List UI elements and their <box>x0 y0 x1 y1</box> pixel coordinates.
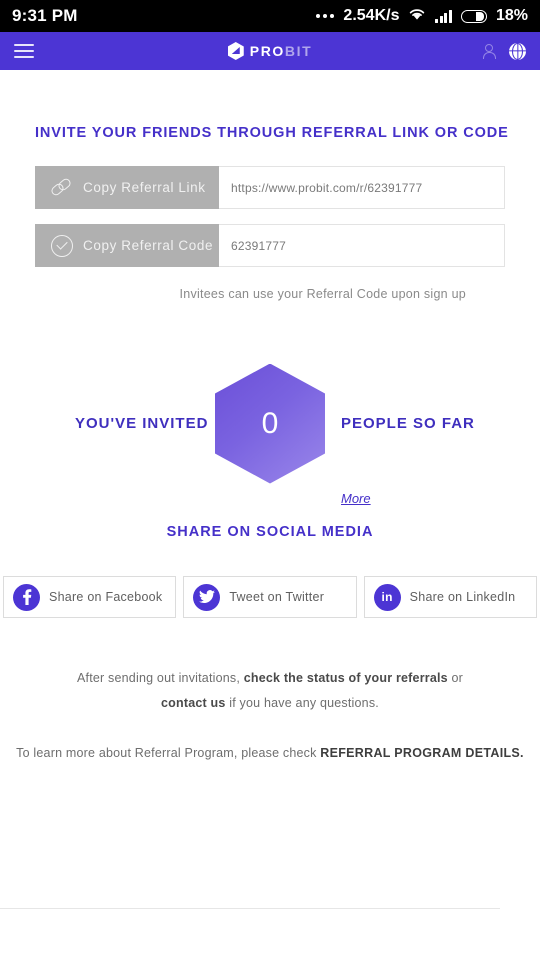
share-linkedin-button[interactable]: in Share on LinkedIn <box>363 576 537 618</box>
footer-line2-part2: if you have any questions. <box>225 696 379 710</box>
referral-rows: Copy Referral Link https://www.probit.co… <box>0 166 540 267</box>
share-facebook-button[interactable]: Share on Facebook <box>3 576 177 618</box>
referral-link-field[interactable]: https://www.probit.com/r/62391777 <box>219 166 505 209</box>
page-title: INVITE YOUR FRIENDS THROUGH REFERRAL LIN… <box>35 125 509 141</box>
footer-line-1: After sending out invitations, check the… <box>0 666 540 691</box>
more-link[interactable]: More <box>341 491 371 506</box>
invite-counter-right-label: PEOPLE SO FAR <box>341 415 475 432</box>
referral-link-row: Copy Referral Link https://www.probit.co… <box>35 166 505 209</box>
share-linkedin-label: Share on LinkedIn <box>409 590 516 604</box>
invite-count-hexagon: 0 <box>215 363 325 484</box>
footer-line-2: contact us if you have any questions. <box>0 691 540 716</box>
share-twitter-button[interactable]: Tweet on Twitter <box>183 576 357 618</box>
invite-counter-left-label: YOU'VE INVITED <box>75 415 209 432</box>
twitter-icon <box>193 583 221 611</box>
signal-bars-icon <box>435 9 452 23</box>
brand-name: PROBIT <box>250 43 313 59</box>
main-content: INVITE YOUR FRIENDS THROUGH REFERRAL LIN… <box>0 125 540 766</box>
invite-counter-right: PEOPLE SO FAR More <box>325 415 475 506</box>
status-bar: 9:31 PM 2.54K/s 18% <box>0 0 540 32</box>
referral-code-field[interactable]: 62391777 <box>219 224 505 267</box>
copy-referral-link-button[interactable]: Copy Referral Link <box>35 166 219 209</box>
app-header-actions <box>481 42 526 60</box>
status-time: 9:31 PM <box>12 6 78 25</box>
contact-us-link[interactable]: contact us <box>161 696 226 710</box>
facebook-icon <box>13 583 40 611</box>
footer-line1-part1: After sending out invitations, <box>76 671 244 685</box>
check-circle-icon <box>51 234 73 257</box>
share-facebook-label: Share on Facebook <box>49 590 163 604</box>
wifi-icon <box>408 7 426 26</box>
probit-hexagon-logo-icon <box>227 42 244 60</box>
invite-counter: YOU'VE INVITED 0 PEOPLE SO FAR More <box>0 361 540 506</box>
social-buttons: Share on Facebook Tweet on Twitter in Sh… <box>0 576 540 618</box>
brand-name-primary: PRO <box>249 43 285 59</box>
more-dots-icon <box>316 14 335 18</box>
app-screen: 9:31 PM 2.54K/s 18% PROBIT INVITE YOUR F… <box>0 0 540 960</box>
footer-line1-part2: or <box>447 671 463 685</box>
chain-link-icon <box>49 176 73 199</box>
battery-icon <box>460 9 487 23</box>
bottom-divider <box>0 908 500 909</box>
footer-line-3: To learn more about Referral Program, pl… <box>0 741 540 766</box>
brand-name-secondary: BIT <box>284 43 313 59</box>
globe-language-icon[interactable] <box>509 42 526 60</box>
brand-logo: PROBIT <box>0 42 540 60</box>
battery-percent: 18% <box>495 7 528 24</box>
invite-count-value: 0 <box>261 406 279 440</box>
hamburger-menu-icon[interactable] <box>14 43 34 59</box>
app-header: PROBIT <box>0 32 540 70</box>
referral-code-row: Copy Referral Code 62391777 <box>35 224 505 267</box>
user-account-icon[interactable] <box>481 43 496 59</box>
share-twitter-label: Tweet on Twitter <box>229 590 325 604</box>
check-status-link[interactable]: check the status of your referrals <box>244 671 448 685</box>
footer-notes: After sending out invitations, check the… <box>0 666 540 766</box>
footer-line3-part1: To learn more about Referral Program, pl… <box>16 746 321 760</box>
copy-referral-link-label: Copy Referral Link <box>83 180 206 195</box>
referral-program-details-link[interactable]: REFERRAL PROGRAM DETAILS. <box>320 746 524 760</box>
linkedin-icon: in <box>373 583 401 611</box>
network-speed: 2.54K/s <box>343 7 400 24</box>
copy-referral-code-button[interactable]: Copy Referral Code <box>35 224 219 267</box>
social-section-title: SHARE ON SOCIAL MEDIA <box>166 524 374 540</box>
copy-referral-code-label: Copy Referral Code <box>83 238 214 253</box>
referral-hint: Invitees can use your Referral Code upon… <box>179 287 466 301</box>
status-indicators: 2.54K/s 18% <box>316 7 528 26</box>
